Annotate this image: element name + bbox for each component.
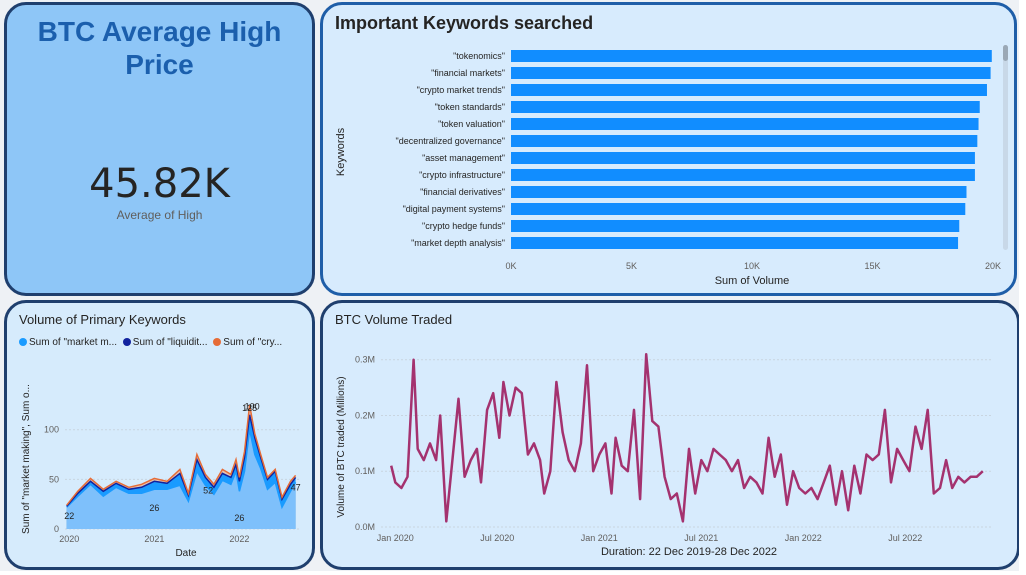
y-axis-title: Keywords [335, 127, 347, 176]
keyword-bar [511, 169, 975, 181]
keyword-bar [511, 84, 987, 96]
primary-keywords-card: Volume of Primary Keywords Sum of "marke… [4, 300, 315, 570]
keywords-bar-chart: "tokenomics" "financial markets" "crypto m… [335, 50, 1001, 287]
keywords-chart-card: Important Keywords searched "tokenomics"… [320, 2, 1017, 296]
x-axis-title: Sum of Volume [715, 275, 790, 287]
y-tick-label: 0.0M [355, 522, 375, 532]
btc-volume-line-chart: 0.0M 0.1M 0.2M 0.3M Jan 2020 Jul 2020 Jan 2021… [336, 352, 993, 558]
keyword-bar [511, 101, 980, 113]
primary-area-chart: 05010022261005226471252020 2021 2022DateSu… [21, 384, 301, 559]
kpi-title: BTC Average High Price [37, 16, 282, 80]
data-label: 22 [64, 511, 74, 521]
x-tick-label: 20K [985, 261, 1001, 271]
x-tick-label: Jul 2022 [888, 533, 922, 543]
data-label: 52 [203, 485, 213, 495]
y-tick-label: 0 [54, 524, 59, 534]
x-axis-title: Duration: 22 Dec 2019-28 Dec 2022 [601, 546, 777, 558]
y-tick-label: 50 [49, 474, 59, 484]
data-label: 26 [149, 503, 159, 513]
scrollbar-track[interactable] [1003, 45, 1008, 250]
data-label: 26 [234, 513, 244, 523]
y-axis-title: Volume of BTC traded (Millions) [336, 376, 347, 517]
x-tick-label: Jan 2021 [581, 533, 618, 543]
bar-category-label: "token valuation" [438, 119, 505, 129]
x-tick-label: 10K [744, 261, 760, 271]
y-tick-label: 100 [44, 425, 59, 435]
page-bottom-edge [0, 571, 1026, 575]
y-tick-label: 0.2M [355, 410, 375, 420]
bar-category-label: "decentralized governance" [396, 136, 505, 146]
keyword-bar [511, 118, 979, 130]
keyword-bar [511, 203, 966, 215]
kpi-value: 45.82K [89, 161, 230, 207]
bar-category-label: "digital payment systems" [403, 204, 505, 214]
btc-volume-line [389, 352, 984, 523]
keyword-bar [511, 67, 991, 79]
bar-category-label: "financial markets" [431, 68, 505, 78]
x-tick-label: 2022 [229, 534, 249, 544]
btc-volume-card: BTC Volume Traded 0.0M 0.1M 0.2M 0.3M Jan 20… [320, 300, 1020, 570]
x-tick-label: 2020 [59, 534, 79, 544]
x-tick-label: Jul 2021 [684, 533, 718, 543]
bar-category-label: "crypto hedge funds" [422, 221, 505, 231]
keyword-bar [511, 50, 992, 62]
kpi-label: Average of High [116, 208, 203, 222]
bar-category-label: "asset management" [422, 153, 505, 163]
y-tick-label: 0.3M [355, 355, 375, 365]
x-tick-label: Jan 2020 [377, 533, 414, 543]
x-tick-label: Jul 2020 [480, 533, 514, 543]
keyword-bar [511, 237, 959, 249]
x-tick-label: 2021 [144, 534, 164, 544]
x-tick-label: 0K [505, 261, 516, 271]
keyword-bar [511, 152, 975, 164]
bar-category-label: "market depth analysis" [411, 238, 505, 248]
keyword-bar [511, 186, 967, 198]
bar-category-label: "crypto infrastructure" [419, 170, 505, 180]
x-tick-label: Jan 2022 [785, 533, 822, 543]
keyword-bar [511, 220, 960, 232]
data-label: 47 [291, 482, 301, 492]
bar-category-label: "token standards" [435, 102, 505, 112]
kpi-card: BTC Average High Price 45.82K Average of… [4, 2, 315, 296]
keyword-bar [511, 135, 978, 147]
x-tick-label: 5K [626, 261, 637, 271]
y-tick-label: 0.1M [355, 466, 375, 476]
x-tick-label: 15K [864, 261, 880, 271]
bar-category-label: "financial derivatives" [420, 187, 505, 197]
bar-category-label: "tokenomics" [453, 51, 505, 61]
data-label: 125 [242, 403, 257, 413]
x-axis-title: Date [175, 548, 197, 559]
y-axis-title: Sum of "market making", Sum o... [21, 384, 32, 534]
scrollbar-thumb[interactable] [1003, 45, 1008, 61]
page-right-edge [1019, 0, 1026, 575]
bar-category-label: "crypto market trends" [417, 85, 505, 95]
